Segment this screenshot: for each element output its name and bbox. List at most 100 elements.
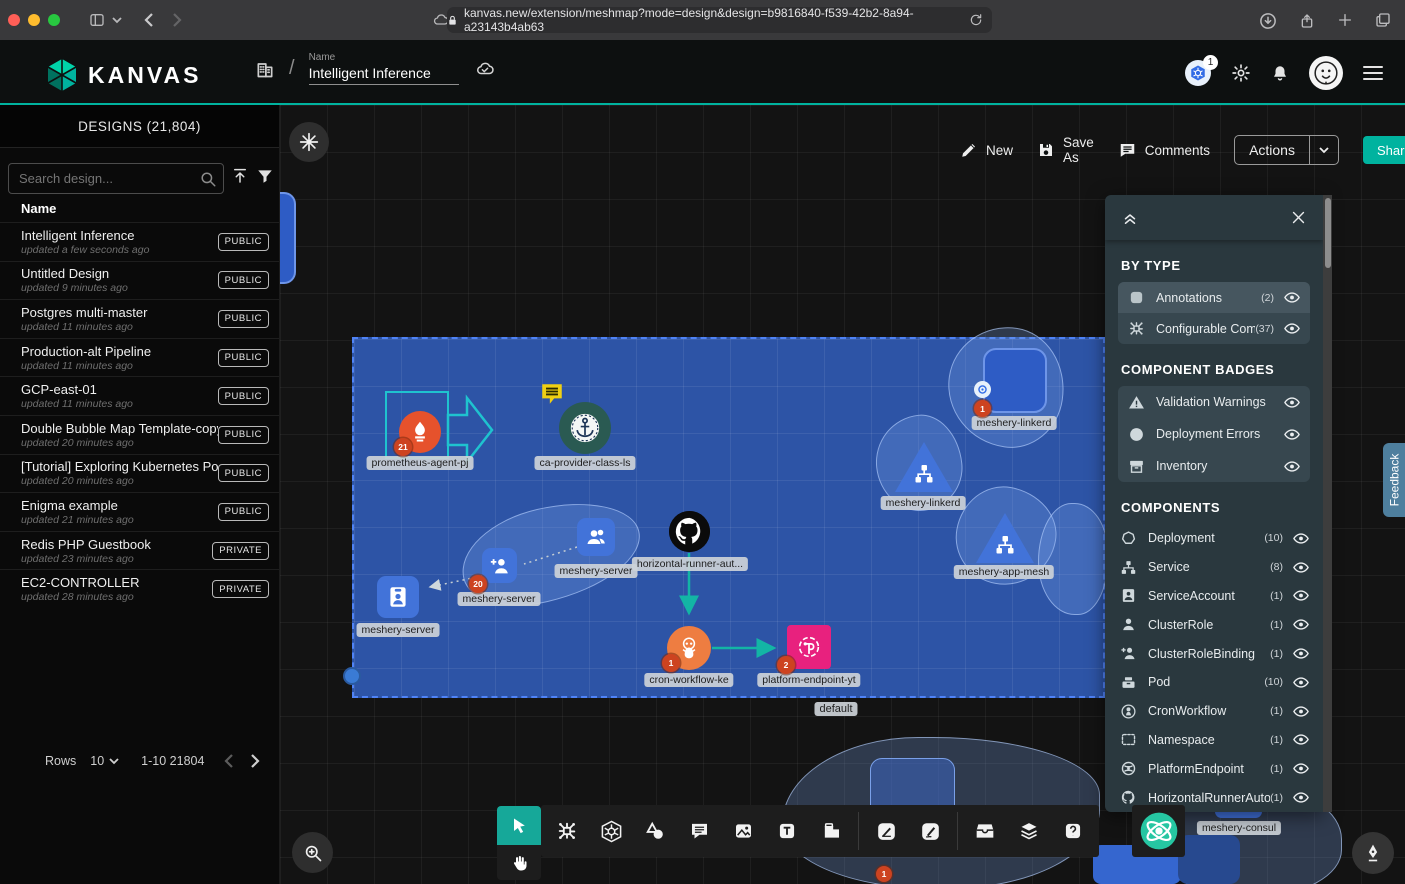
node-meshery-server-3[interactable] — [377, 576, 419, 618]
back-button[interactable] — [144, 12, 154, 28]
actions-caret-icon[interactable] — [1309, 136, 1338, 164]
tool-pan-hand-button[interactable] — [497, 845, 541, 880]
freeze-layout-button[interactable] — [289, 122, 329, 162]
save-as-button[interactable]: Save As — [1037, 135, 1094, 165]
next-page-button[interactable] — [250, 753, 260, 769]
tool-select-button[interactable] — [497, 806, 541, 845]
component-item[interactable]: Deployment (10) — [1118, 524, 1310, 553]
node-label[interactable]: meshery-app-mesh — [954, 565, 1054, 579]
node-label[interactable]: horizontal-runner-aut... — [632, 557, 748, 571]
share-icon[interactable] — [1299, 12, 1315, 30]
import-design-icon[interactable] — [231, 167, 249, 185]
tool-edge-pen-button[interactable] — [864, 809, 908, 853]
design-list-item[interactable]: EC2-CONTROLLER updated 28 minutes ago PR… — [0, 569, 279, 608]
forward-button[interactable] — [172, 12, 182, 28]
search-input[interactable] — [9, 171, 199, 186]
tool-kubernetes-button[interactable] — [589, 809, 633, 853]
node-label[interactable]: meshery-server — [555, 564, 638, 578]
design-list-item[interactable]: Production-alt Pipeline updated 11 minut… — [0, 338, 279, 377]
tool-configurable-component-button[interactable] — [545, 809, 589, 853]
node-label[interactable]: ca-provider-class-ls — [534, 456, 635, 470]
collapse-panel-icon[interactable] — [1121, 209, 1139, 227]
error-badge[interactable]: 1 — [876, 866, 892, 882]
node-cron-badge[interactable]: 1 — [662, 654, 680, 672]
design-list-item[interactable]: GCP-east-01 updated 11 minutes ago PUBLI… — [0, 376, 279, 415]
reload-icon[interactable] — [969, 13, 983, 27]
node-label[interactable]: meshery-server — [357, 623, 440, 637]
design-list-item[interactable]: Enigma example updated 21 minutes ago PU… — [0, 492, 279, 531]
share-button[interactable]: Share — [1363, 136, 1405, 164]
component-item[interactable]: PlatformEndpoint (1) — [1118, 754, 1310, 783]
close-panel-icon[interactable] — [1290, 209, 1307, 226]
panel-scrollbar[interactable] — [1323, 195, 1332, 812]
node-label[interactable]: meshery-consul — [1197, 821, 1281, 835]
component-item[interactable]: Pod (10) — [1118, 668, 1310, 697]
node-linkerd-ns-badge[interactable]: 1 — [974, 400, 991, 417]
tool-note-button[interactable] — [809, 809, 853, 853]
pen-mode-button[interactable] — [1352, 832, 1394, 874]
node-label[interactable]: meshery-linkerd — [972, 416, 1057, 430]
tool-help-button[interactable] — [1051, 809, 1095, 853]
filter-icon[interactable] — [256, 167, 274, 185]
tool-layers-button[interactable] — [1007, 809, 1051, 853]
by-type-item[interactable]: Configurable Components (37) — [1118, 313, 1310, 344]
visibility-eye-icon[interactable] — [1292, 760, 1310, 777]
design-list-item[interactable]: Untitled Design updated 9 minutes ago PU… — [0, 261, 279, 300]
new-button[interactable]: New — [960, 141, 1013, 159]
visibility-eye-icon[interactable] — [1292, 703, 1310, 720]
settings-gear-icon[interactable] — [1231, 63, 1251, 83]
actions-split-button[interactable]: Actions — [1234, 135, 1339, 165]
rows-per-page-select[interactable]: 10 — [90, 754, 119, 768]
address-bar[interactable]: kanvas.new/extension/meshmap?mode=design… — [447, 7, 992, 33]
node-prometheus-badge[interactable]: 21 — [394, 438, 412, 456]
component-item[interactable]: CronWorkflow (1) — [1118, 697, 1310, 726]
node-github-runner[interactable] — [669, 511, 710, 552]
node-server-badge[interactable]: 20 — [469, 575, 487, 593]
kanvas-logo[interactable]: KANVAS — [46, 58, 201, 92]
component-badge-item[interactable]: Deployment Errors — [1118, 418, 1310, 450]
tool-comment-button[interactable] — [677, 809, 721, 853]
component-item[interactable]: ServiceAccount (1) — [1118, 582, 1310, 611]
node-label[interactable]: cron-workflow-ke — [644, 673, 733, 687]
visibility-eye-icon[interactable] — [1292, 587, 1310, 604]
tool-image-button[interactable] — [721, 809, 765, 853]
window-zoom-button[interactable] — [48, 14, 60, 26]
design-list-item[interactable]: Intelligent Inference updated a few seco… — [0, 222, 279, 261]
design-list-item[interactable]: Redis PHP Guestbook updated 23 minutes a… — [0, 531, 279, 570]
namespace-label[interactable]: default — [814, 702, 857, 716]
component-badge-item[interactable]: Inventory — [1118, 450, 1310, 482]
component-item[interactable]: Service (8) — [1118, 553, 1310, 582]
node-label[interactable]: prometheus-agent-pj — [367, 456, 474, 470]
organization-icon[interactable] — [255, 58, 275, 80]
window-minimize-button[interactable] — [28, 14, 40, 26]
component-badge-item[interactable]: Validation Warnings — [1118, 386, 1310, 418]
design-search-box[interactable] — [8, 163, 224, 194]
downloads-icon[interactable] — [1259, 12, 1277, 30]
chevron-down-icon[interactable] — [112, 17, 122, 24]
comments-button[interactable]: Comments — [1118, 141, 1210, 159]
kubernetes-context-switcher[interactable]: 1 — [1185, 60, 1211, 86]
visibility-eye-icon[interactable] — [1292, 645, 1310, 662]
node-label[interactable]: meshery-server — [458, 592, 541, 606]
window-close-button[interactable] — [8, 14, 20, 26]
component-item[interactable]: ClusterRole (1) — [1118, 610, 1310, 639]
prev-page-button[interactable] — [224, 753, 234, 769]
tab-overview-icon[interactable] — [1375, 12, 1391, 30]
meshery-logo-button[interactable] — [1132, 805, 1185, 857]
tool-freehand-pen-button[interactable] — [908, 809, 952, 853]
visibility-eye-icon[interactable] — [1283, 289, 1301, 306]
node-label[interactable]: platform-endpoint-yt — [757, 673, 860, 687]
tool-text-button[interactable] — [765, 809, 809, 853]
component-item[interactable]: Namespace (1) — [1118, 726, 1310, 755]
design-list-item[interactable]: Postgres multi-master updated 11 minutes… — [0, 299, 279, 338]
annotation-comment-icon[interactable] — [538, 381, 566, 407]
notifications-bell-icon[interactable] — [1271, 63, 1289, 83]
visibility-eye-icon[interactable] — [1292, 530, 1310, 547]
visibility-eye-icon[interactable] — [1292, 789, 1310, 806]
feedback-tab[interactable]: Feedback — [1383, 443, 1405, 517]
design-name-input[interactable] — [309, 63, 459, 85]
visibility-eye-icon[interactable] — [1292, 731, 1310, 748]
node-platform-badge[interactable]: 2 — [777, 656, 795, 674]
by-type-item[interactable]: Annotations (2) — [1118, 282, 1310, 313]
visibility-eye-icon[interactable] — [1283, 458, 1301, 475]
